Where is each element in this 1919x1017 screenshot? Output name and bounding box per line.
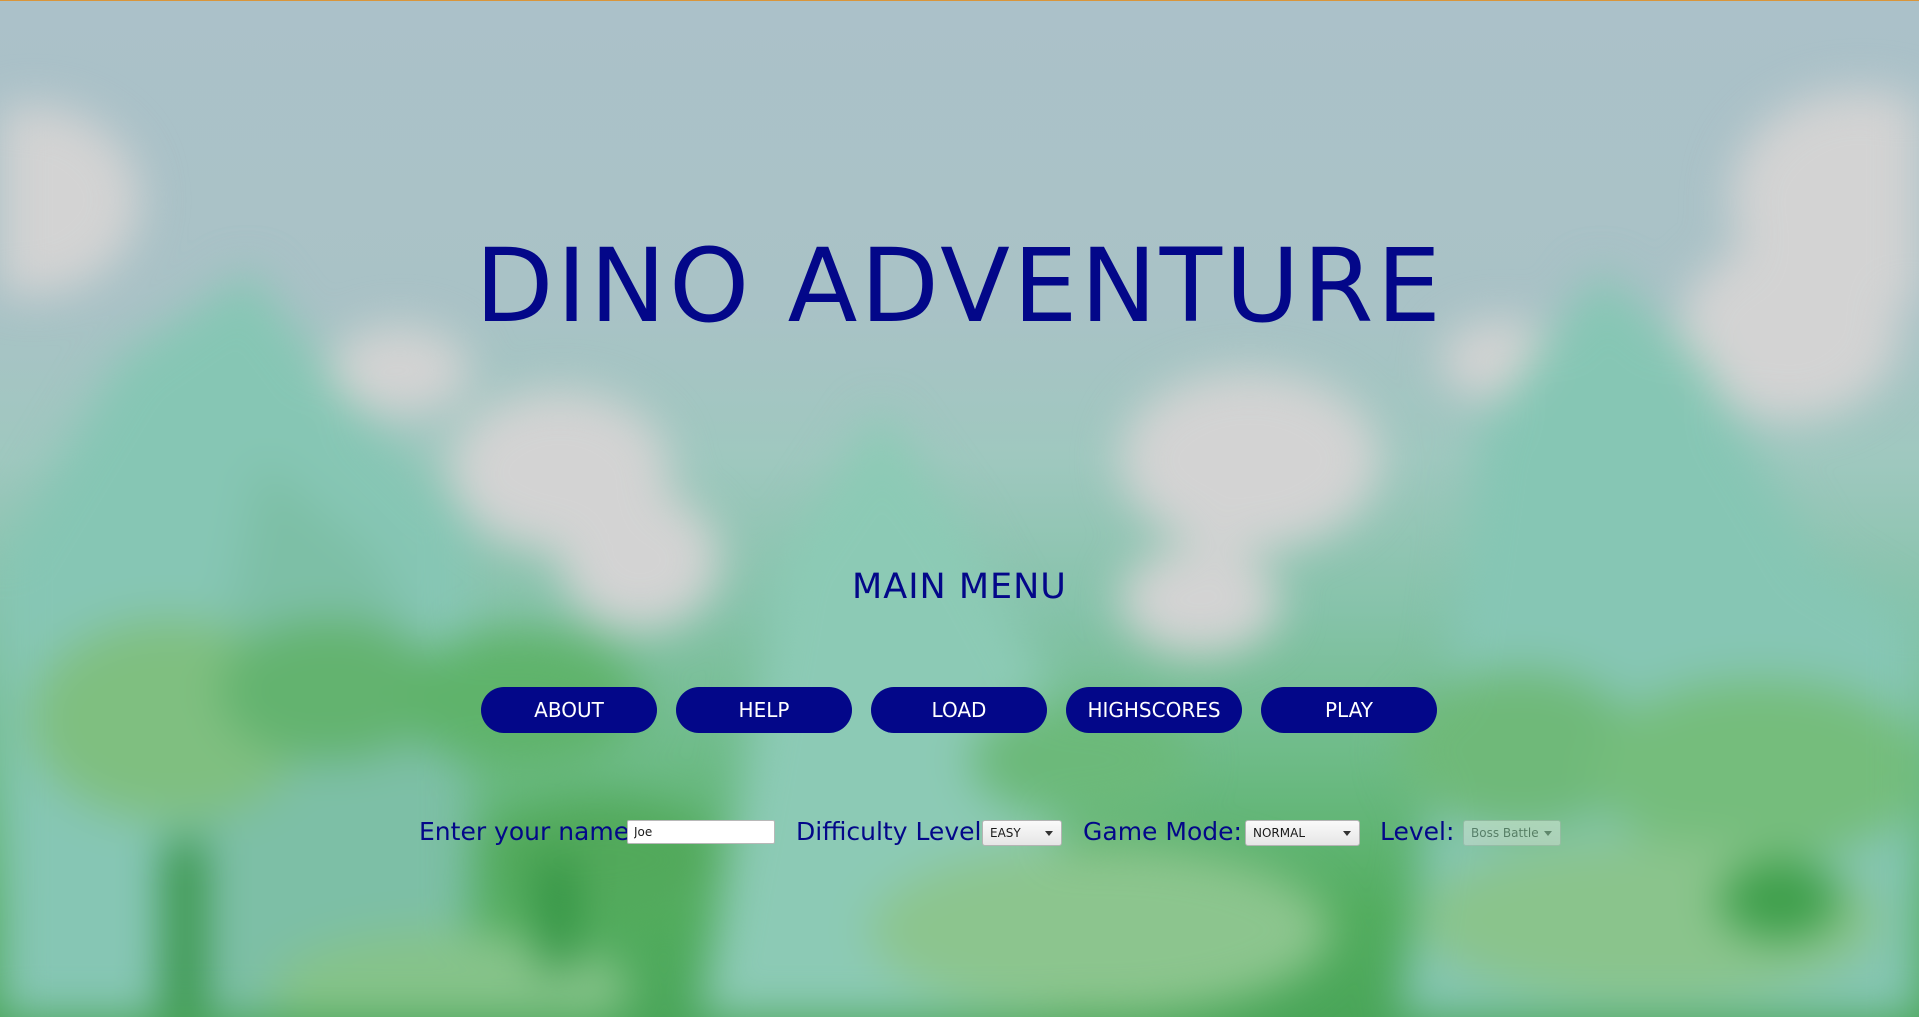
level-selected-value: Boss Battle (1471, 826, 1539, 840)
main-menu-heading: MAIN MENU (852, 567, 1067, 607)
game-title: DINO ADVENTURE (475, 227, 1444, 346)
help-button[interactable]: HELP (676, 687, 852, 733)
about-button[interactable]: ABOUT (481, 687, 657, 733)
play-button[interactable]: PLAY (1261, 687, 1437, 733)
window-top-border (0, 0, 1919, 1)
difficulty-selected-value: EASY (990, 826, 1021, 840)
difficulty-select[interactable]: EASY (982, 820, 1062, 846)
level-label: Level: (1380, 817, 1455, 846)
chevron-down-icon (1343, 831, 1351, 836)
name-label: Enter your name: (419, 817, 638, 846)
chevron-down-icon (1544, 831, 1552, 836)
level-select: Boss Battle (1463, 820, 1561, 846)
game-settings-row: Enter your name: Difficulty Level: EASY … (0, 816, 1919, 856)
name-input[interactable] (627, 820, 775, 844)
chevron-down-icon (1045, 831, 1053, 836)
game-mode-selected-value: NORMAL (1253, 826, 1306, 840)
highscores-button[interactable]: HIGHSCORES (1066, 687, 1242, 733)
game-mode-label: Game Mode: (1083, 817, 1242, 846)
difficulty-label: Difficulty Level: (796, 817, 990, 846)
game-background (0, 0, 1919, 1017)
load-button[interactable]: LOAD (871, 687, 1047, 733)
game-mode-select[interactable]: NORMAL (1245, 820, 1360, 846)
